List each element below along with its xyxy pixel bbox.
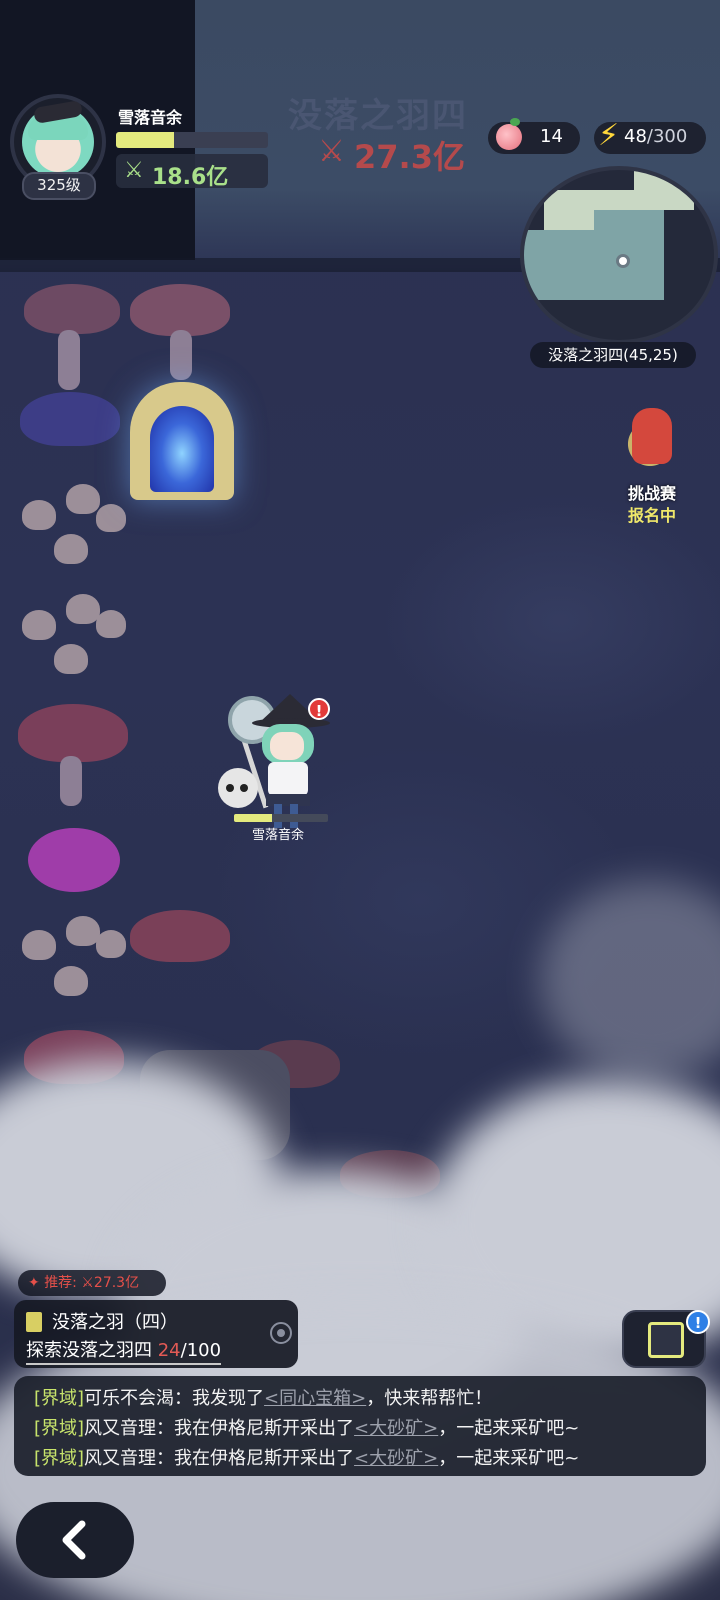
xp-fill — [116, 132, 174, 148]
chat-channel: [界域] — [34, 1418, 85, 1439]
back-button[interactable] — [16, 1502, 134, 1578]
challenge-event-button[interactable]: 挑战赛 报名中 — [602, 408, 702, 525]
small-mushroom — [66, 594, 100, 624]
mushroom-cap — [130, 284, 230, 336]
lightning-icon: ⚡ — [598, 118, 620, 153]
small-mushroom — [54, 966, 88, 996]
peach-icon — [496, 124, 522, 150]
player-character[interactable]: ! 雪落音余 — [218, 690, 338, 850]
star-icon: ✦ — [28, 1275, 40, 1291]
mushroom-cap — [130, 910, 230, 962]
skirt — [266, 794, 310, 806]
crossed-swords-icon: ⚔ — [81, 1275, 94, 1291]
quest-task: 探索没落之羽四 — [26, 1340, 152, 1361]
small-mushroom — [54, 534, 88, 564]
recommend-power-badge: ✦ 推荐: ⚔27.3亿 — [18, 1270, 166, 1296]
face — [270, 732, 304, 760]
small-mushroom — [22, 500, 56, 530]
energy-count: 48/300 — [624, 126, 687, 147]
event-character-icon — [632, 408, 672, 464]
alert-icon[interactable]: ! — [308, 698, 330, 720]
minimap-terrain — [524, 230, 594, 300]
minimap-terrain — [634, 170, 694, 210]
small-mushroom — [96, 610, 126, 638]
chat-line: [界域]风又音理：我在伊格尼斯开采出了<大砂矿>，一起来采矿吧~ — [34, 1444, 579, 1470]
xp-bar — [116, 132, 268, 148]
chat-text: 风又音理：我在伊格尼斯开采出了 — [84, 1418, 355, 1439]
mushroom-stem — [58, 330, 80, 390]
chat-channel: [界域] — [34, 1448, 85, 1469]
chat-channel: [界域] — [34, 1388, 85, 1409]
small-mushroom — [22, 930, 56, 960]
minimap-terrain — [594, 210, 664, 300]
chat-text: ，一起来采矿吧~ — [438, 1448, 580, 1469]
quest-progress-total: /100 — [180, 1340, 222, 1361]
recommend-power: 27.3亿 — [93, 1275, 140, 1291]
player-power: 18.6亿 — [152, 165, 229, 190]
recommend-label: 推荐: — [44, 1275, 77, 1291]
small-mushroom — [22, 610, 56, 640]
small-mushroom — [96, 930, 126, 958]
quest-progress-current: 24 — [157, 1340, 181, 1361]
power-display: ⚔ 18.6亿 — [116, 154, 268, 190]
player-name: 雪落音余 — [118, 108, 183, 127]
event-status: 报名中 — [627, 506, 676, 525]
minimap-player-marker — [616, 254, 630, 268]
minimap[interactable] — [520, 166, 718, 344]
event-title: 挑战赛 — [627, 484, 676, 503]
chat-line: [界域]风又音理：我在伊格尼斯开采出了<大砂矿>，一起来采矿吧~ — [34, 1414, 579, 1440]
mushroom-cap — [18, 704, 128, 762]
chat-line: [界域]可乐不会渴：我发现了<同心宝箱>，快来帮帮忙！ — [34, 1384, 492, 1410]
quest-progress: 探索没落之羽四 24/100 — [26, 1336, 222, 1365]
chat-text: 可乐不会渴：我发现了 — [84, 1388, 265, 1409]
crossed-swords-icon: ⚔ — [124, 158, 144, 183]
chat-text: 风又音理：我在伊格尼斯开采出了 — [84, 1448, 355, 1469]
quest-title: 没落之羽（四） — [52, 1312, 178, 1333]
peach-count: 14 — [540, 126, 563, 147]
minimap-location-label: 没落之羽四(45,25) — [530, 342, 696, 368]
area-recommended-power: 27.3亿 — [354, 138, 465, 176]
target-icon[interactable] — [270, 1322, 292, 1344]
small-mushroom — [54, 644, 88, 674]
small-mushroom — [66, 484, 100, 514]
peach-leaf — [510, 118, 520, 126]
player-hp-bar — [234, 814, 328, 822]
small-mushroom — [96, 504, 126, 532]
portal-vortex — [150, 406, 214, 492]
cube-icon — [648, 1322, 684, 1358]
fog — [540, 880, 720, 1080]
purple-slime — [28, 828, 120, 892]
area-title: 没落之羽四 — [288, 96, 468, 136]
quest-tracker[interactable]: 没落之羽（四） 探索没落之羽四 24/100 — [14, 1300, 298, 1368]
notification-badge: ! — [686, 1310, 710, 1334]
small-mushroom — [66, 916, 100, 946]
chat-item-link[interactable]: <大砂矿> — [354, 1448, 438, 1469]
chat-panel[interactable]: [界域]可乐不会渴：我发现了<同心宝箱>，快来帮帮忙！ [界域]风又音理：我在伊… — [14, 1376, 706, 1476]
player-hp-fill — [234, 814, 272, 822]
chat-text: ，一起来采矿吧~ — [438, 1418, 580, 1439]
panda-pet — [218, 768, 258, 808]
scroll-icon — [26, 1312, 42, 1332]
chat-item-link[interactable]: <同心宝箱> — [264, 1388, 366, 1409]
shirt — [268, 762, 308, 796]
teleport-portal[interactable] — [120, 372, 244, 504]
energy-current: 48 — [624, 126, 647, 147]
chat-text: ，快来帮帮忙！ — [366, 1388, 493, 1409]
pet-eye — [226, 784, 234, 792]
player-nameplate: 雪落音余 — [251, 828, 304, 843]
pet-eye — [240, 784, 248, 792]
mushroom-stem — [60, 756, 82, 806]
chevron-left-icon — [62, 1520, 86, 1560]
chat-item-link[interactable]: <大砂矿> — [354, 1418, 438, 1439]
level-badge: 325级 — [22, 172, 96, 200]
mushroom-cap — [20, 392, 120, 446]
mushroom-cap — [24, 284, 120, 334]
crossed-swords-icon: ⚔ — [318, 134, 345, 169]
energy-max: /300 — [646, 126, 688, 147]
